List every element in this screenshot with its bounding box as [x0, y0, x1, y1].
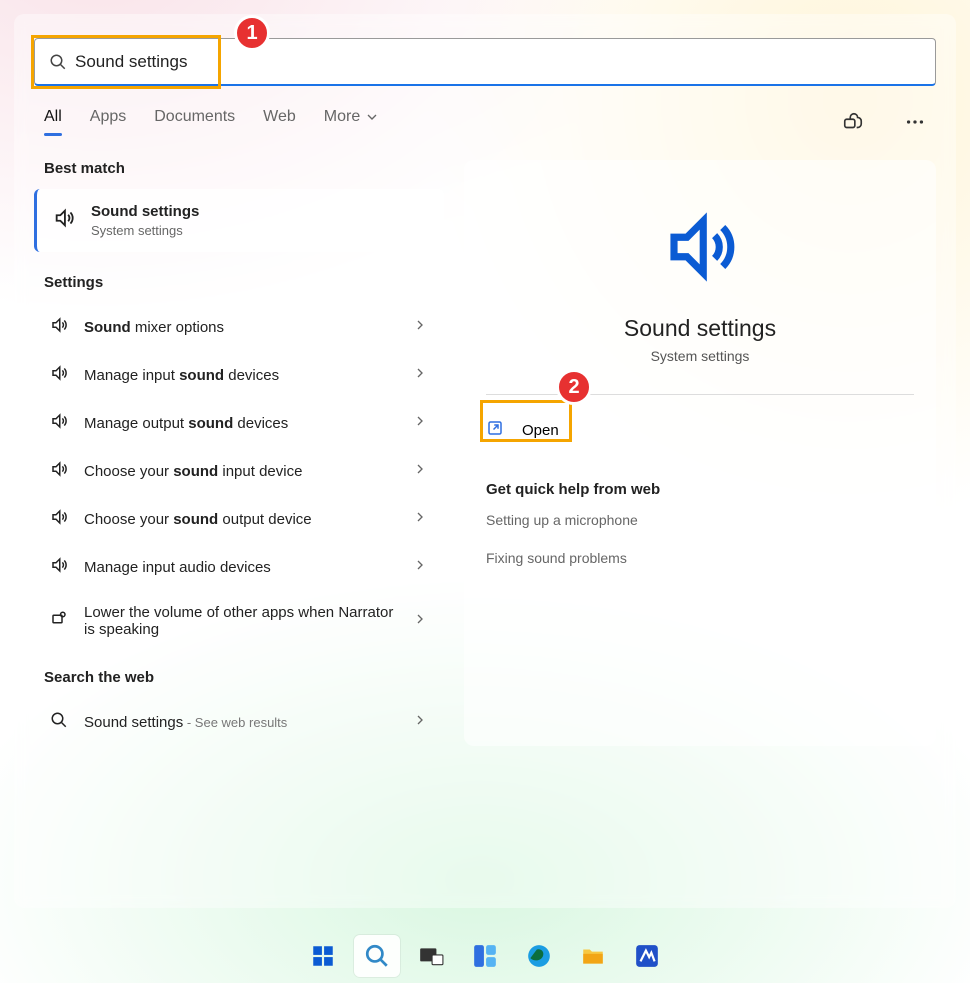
chevron-right-icon: [412, 317, 428, 337]
taskbar-app[interactable]: [624, 935, 670, 977]
annotation-badge-1: 1: [234, 15, 270, 51]
settings-heading: Settings: [44, 274, 434, 291]
search-icon: [50, 711, 68, 733]
speaker-icon: [50, 412, 68, 434]
settings-result-label: Lower the volume of other apps when Narr…: [84, 604, 396, 638]
settings-result[interactable]: Manage input audio devices: [34, 543, 444, 591]
taskbar-taskview[interactable]: [408, 935, 454, 977]
taskbar-widgets[interactable]: [462, 935, 508, 977]
settings-result-label: Manage input audio devices: [84, 559, 396, 576]
preview-pane: Sound settings System settings Open 2 Ge…: [464, 160, 936, 746]
settings-result-label: Sound mixer options: [84, 319, 396, 336]
settings-result-label: Manage input sound devices: [84, 367, 396, 384]
search-web-result[interactable]: Sound settings - See web results: [34, 698, 444, 746]
settings-result-label: Choose your sound input device: [84, 463, 396, 480]
chevron-right-icon: [412, 461, 428, 481]
taskbar-explorer[interactable]: [570, 935, 616, 977]
settings-result[interactable]: Sound mixer options: [34, 303, 444, 351]
speaker-icon: [656, 208, 744, 291]
speaker-icon: [50, 556, 68, 578]
preview-title: Sound settings: [624, 315, 776, 342]
search-web-heading: Search the web: [44, 669, 434, 686]
web-result-title: Sound settings: [84, 714, 183, 731]
search-bar[interactable]: [34, 38, 936, 86]
narrator-icon: [50, 610, 68, 632]
more-options-icon[interactable]: [904, 111, 926, 133]
tab-web[interactable]: Web: [263, 108, 296, 136]
help-link-microphone[interactable]: Setting up a microphone: [486, 512, 914, 528]
chevron-right-icon: [412, 557, 428, 577]
chat-icon[interactable]: [842, 111, 864, 133]
chevron-right-icon: [412, 712, 428, 732]
chevron-down-icon: [364, 109, 380, 125]
chevron-right-icon: [412, 611, 428, 631]
preview-subtitle: System settings: [651, 348, 750, 364]
chevron-right-icon: [412, 365, 428, 385]
annotation-badge-2: 2: [556, 369, 592, 405]
chevron-right-icon: [412, 413, 428, 433]
speaker-icon: [50, 508, 68, 530]
tab-documents[interactable]: Documents: [154, 108, 235, 136]
taskbar-search[interactable]: [354, 935, 400, 977]
settings-result-label: Manage output sound devices: [84, 415, 396, 432]
chevron-right-icon: [412, 509, 428, 529]
open-button[interactable]: Open 2: [464, 405, 936, 455]
search-input[interactable]: [75, 52, 935, 72]
taskbar-edge[interactable]: [516, 935, 562, 977]
web-result-suffix: - See web results: [183, 715, 287, 730]
settings-result[interactable]: Lower the volume of other apps when Narr…: [34, 591, 444, 651]
taskbar-start[interactable]: [300, 935, 346, 977]
settings-result[interactable]: Manage output sound devices: [34, 399, 444, 447]
search-icon: [41, 53, 75, 71]
settings-result[interactable]: Choose your sound input device: [34, 447, 444, 495]
best-match-result[interactable]: Sound settings System settings: [34, 189, 444, 252]
settings-result[interactable]: Choose your sound output device: [34, 495, 444, 543]
open-icon: [486, 419, 504, 441]
settings-result-label: Choose your sound output device: [84, 511, 396, 528]
taskbar: [0, 929, 970, 983]
settings-result[interactable]: Manage input sound devices: [34, 351, 444, 399]
help-heading: Get quick help from web: [486, 481, 914, 498]
best-match-heading: Best match: [44, 160, 434, 177]
filter-tabs: All Apps Documents Web More: [44, 108, 926, 136]
results-column: Best match Sound settings System setting…: [34, 160, 444, 746]
help-link-fix-sound[interactable]: Fixing sound problems: [486, 550, 914, 566]
divider: [486, 394, 914, 395]
speaker-icon: [50, 364, 68, 386]
open-label: Open: [522, 422, 559, 439]
best-match-title: Sound settings: [91, 203, 199, 220]
best-match-subtitle: System settings: [91, 223, 199, 238]
speaker-icon: [50, 460, 68, 482]
speaker-icon: [53, 207, 75, 234]
tab-more[interactable]: More: [324, 108, 380, 136]
tab-all[interactable]: All: [44, 108, 62, 136]
search-panel: 1 All Apps Documents Web More Best match: [14, 14, 956, 908]
tab-apps[interactable]: Apps: [90, 108, 126, 136]
speaker-icon: [50, 316, 68, 338]
